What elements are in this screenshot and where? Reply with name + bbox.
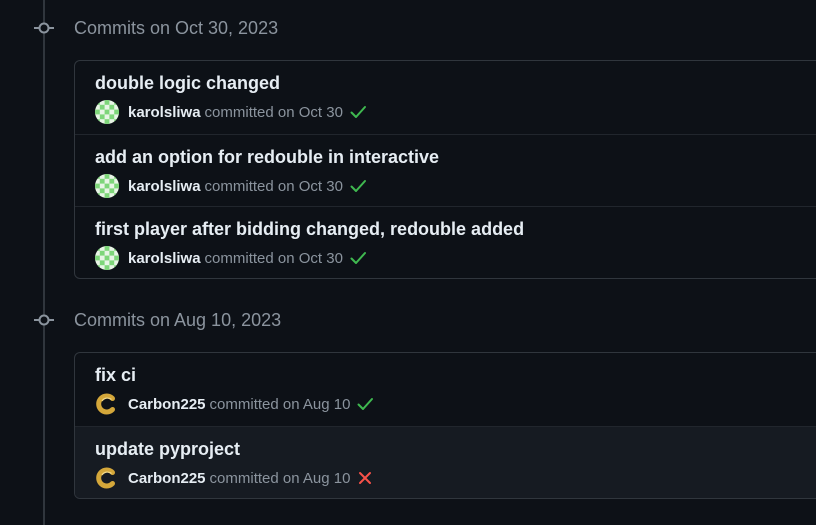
group-date-title: Commits on Aug 10, 2023: [74, 310, 282, 330]
identicon-avatar[interactable]: [95, 246, 119, 270]
commit-title-link[interactable]: update pyproject: [95, 439, 240, 460]
commit-meta: karolsliwa committed on Oct 30: [95, 246, 367, 270]
author-link[interactable]: Carbon225: [128, 470, 206, 487]
commit-row[interactable]: double logic changed karolsliwa committe…: [75, 61, 816, 134]
author-link[interactable]: karolsliwa: [128, 178, 201, 195]
commit-title-link[interactable]: fix ci: [95, 365, 136, 386]
commit-title-link[interactable]: double logic changed: [95, 73, 280, 94]
commit-meta: Carbon225 committed on Aug 10: [95, 466, 374, 490]
commit-history: Commits on Oct 30, 2023 double logic cha…: [0, 0, 816, 525]
commit-row[interactable]: fix ci Carbon225 committed on Aug 10: [75, 353, 816, 426]
identicon-avatar[interactable]: [95, 174, 119, 198]
commit-date: committed on Oct 30: [204, 249, 343, 267]
commit-title-link[interactable]: first player after bidding changed, redo…: [95, 219, 524, 240]
commit-row[interactable]: add an option for redouble in interactiv…: [75, 134, 816, 206]
commit-date: committed on Oct 30: [204, 103, 343, 121]
c-logo-avatar[interactable]: [95, 392, 119, 416]
check-icon[interactable]: [356, 395, 374, 413]
x-icon[interactable]: [356, 469, 374, 487]
group-date-title: Commits on Oct 30, 2023: [74, 18, 279, 38]
commit-row[interactable]: first player after bidding changed, redo…: [75, 206, 816, 278]
check-icon[interactable]: [349, 177, 367, 195]
commit-meta: karolsliwa committed on Oct 30: [95, 174, 367, 198]
commit-meta: Carbon225 committed on Aug 10: [95, 392, 374, 416]
commit-date: committed on Oct 30: [204, 177, 343, 195]
commit-title-link[interactable]: add an option for redouble in interactiv…: [95, 147, 439, 168]
commit-list: double logic changed karolsliwa committe…: [74, 60, 816, 279]
author-link[interactable]: karolsliwa: [128, 104, 201, 121]
git-commit-icon: [34, 22, 54, 34]
identicon-avatar[interactable]: [95, 100, 119, 124]
author-link[interactable]: Carbon225: [128, 396, 206, 413]
git-commit-icon: [34, 314, 54, 326]
check-icon[interactable]: [349, 249, 367, 267]
author-link[interactable]: karolsliwa: [128, 250, 201, 267]
commit-list: fix ci Carbon225 committed on Aug 10 upd…: [74, 352, 816, 499]
timeline-line: [43, 0, 45, 525]
commit-meta: karolsliwa committed on Oct 30: [95, 100, 367, 124]
c-logo-avatar[interactable]: [95, 466, 119, 490]
commit-date: committed on Aug 10: [209, 395, 351, 413]
commit-date: committed on Aug 10: [209, 469, 351, 487]
commit-row[interactable]: update pyproject Carbon225 committed on …: [75, 426, 816, 498]
check-icon[interactable]: [349, 103, 367, 121]
